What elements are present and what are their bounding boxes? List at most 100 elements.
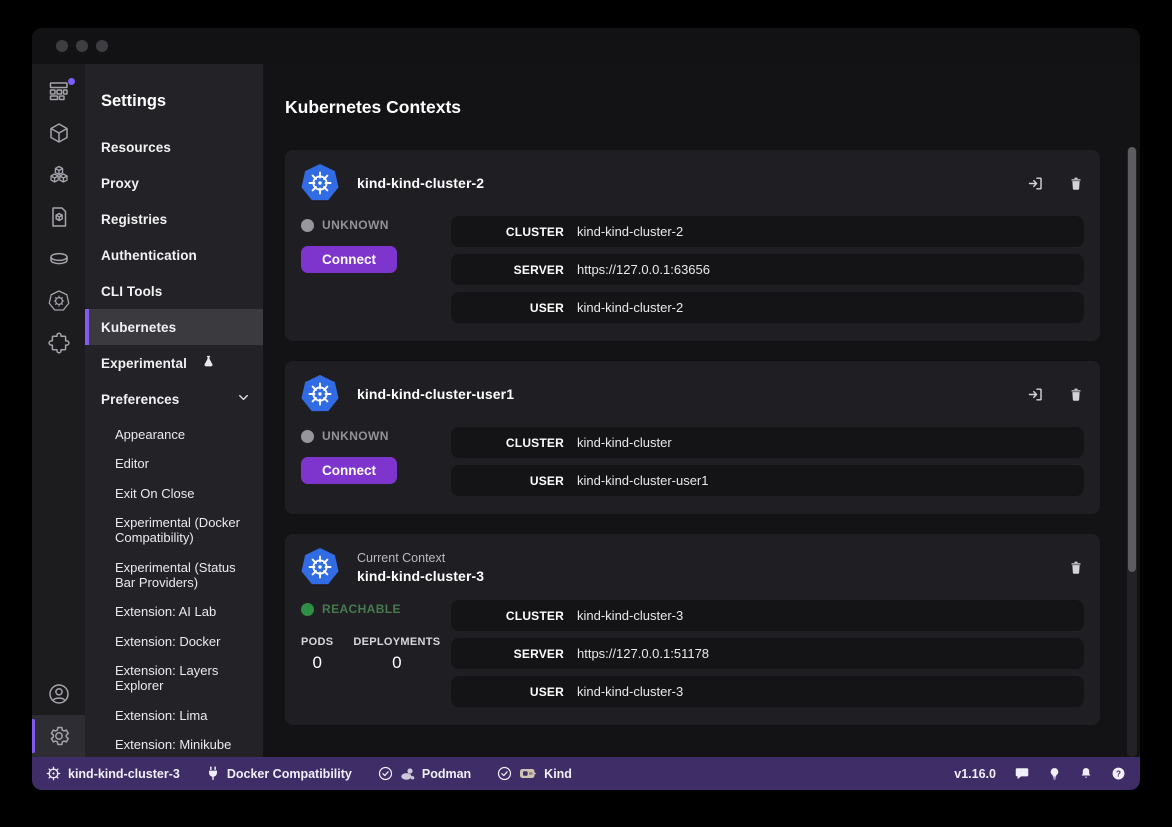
sidebar-item-resources[interactable]: Resources — [85, 129, 263, 165]
rail-item-pods[interactable] — [32, 154, 85, 196]
chevron-down-icon — [236, 390, 251, 408]
rail-item-settings[interactable] — [32, 715, 85, 757]
context-row-user: USER kind-kind-cluster-3 — [451, 676, 1084, 707]
set-current-context-button[interactable] — [1027, 175, 1044, 192]
minimize-button[interactable] — [76, 40, 88, 52]
sidebar-subitem-ext-layers-explorer[interactable]: Extension: Layers Explorer — [115, 663, 255, 694]
current-context-label: Current Context — [357, 551, 484, 565]
puzzle-icon — [47, 331, 71, 355]
app-window: Settings Resources Proxy Registries Auth… — [32, 28, 1140, 790]
status-dot — [301, 430, 314, 443]
help-icon[interactable]: ? — [1111, 766, 1126, 781]
context-row-user: USER kind-kind-cluster-user1 — [451, 465, 1084, 496]
app-version: v1.16.0 — [954, 767, 996, 781]
sidebar-item-kubernetes[interactable]: Kubernetes — [85, 309, 263, 345]
check-circle-icon — [378, 766, 393, 781]
rail-item-dashboard[interactable] — [32, 70, 85, 112]
pods-counter: PODS 0 — [301, 636, 333, 673]
trash-icon — [1068, 175, 1084, 192]
delete-context-button[interactable] — [1068, 386, 1084, 403]
settings-title: Settings — [85, 80, 263, 129]
rail-spacer — [32, 364, 85, 673]
sidebar-subitem-ext-lima[interactable]: Extension: Lima — [115, 708, 255, 723]
set-current-context-button[interactable] — [1027, 386, 1044, 403]
context-name: kind-kind-cluster-2 — [357, 175, 484, 191]
sidebar-item-cli-tools[interactable]: CLI Tools — [85, 273, 263, 309]
context-card-current: Current Context kind-kind-cluster-3 — [285, 534, 1100, 725]
pods-cubes-icon — [47, 163, 71, 187]
container-cube-icon — [47, 121, 71, 145]
statusbar-docker-compatibility[interactable]: Docker Compatibility — [206, 766, 352, 781]
delete-context-button[interactable] — [1068, 175, 1084, 192]
sign-in-icon — [1027, 386, 1044, 403]
kubernetes-wheel-icon — [47, 289, 71, 313]
app-nav-rail — [32, 64, 85, 757]
kubernetes-logo — [301, 548, 339, 586]
trash-icon — [1068, 559, 1084, 576]
rail-item-images[interactable] — [32, 196, 85, 238]
status-dot — [301, 603, 314, 616]
kind-logo-icon — [519, 767, 537, 780]
feedback-bubble-icon[interactable] — [1014, 766, 1030, 781]
scrollbar-thumb[interactable] — [1128, 147, 1136, 572]
rail-item-volumes[interactable] — [32, 238, 85, 280]
context-card: kind-kind-cluster-2 — [285, 150, 1100, 341]
sidebar-item-preferences[interactable]: Preferences — [85, 381, 263, 417]
lightbulb-icon[interactable] — [1048, 766, 1061, 781]
context-row-user: USER kind-kind-cluster-2 — [451, 292, 1084, 323]
sidebar-subitem-ext-ai-lab[interactable]: Extension: AI Lab — [115, 604, 255, 619]
status-label: UNKNOWN — [322, 429, 389, 443]
settings-sidebar: Settings Resources Proxy Registries Auth… — [85, 64, 263, 757]
gear-icon — [47, 724, 71, 748]
deployments-counter: DEPLOYMENTS 0 — [353, 636, 440, 673]
context-name: kind-kind-cluster-user1 — [357, 386, 514, 402]
rail-item-containers[interactable] — [32, 112, 85, 154]
sidebar-subitem-ext-docker[interactable]: Extension: Docker — [115, 634, 255, 649]
sidebar-item-proxy[interactable]: Proxy — [85, 165, 263, 201]
zoom-button[interactable] — [96, 40, 108, 52]
preferences-sub-list: Appearance Editor Exit On Close Experime… — [85, 417, 263, 752]
sidebar-subitem-ext-minikube[interactable]: Extension: Minikube — [115, 737, 255, 752]
kubernetes-logo — [301, 164, 339, 202]
rail-item-account[interactable] — [32, 673, 85, 715]
close-button[interactable] — [56, 40, 68, 52]
check-circle-icon — [497, 766, 512, 781]
volume-disk-icon — [47, 247, 71, 271]
page-title: Kubernetes Contexts — [285, 97, 1140, 118]
sidebar-subitem-editor[interactable]: Editor — [115, 456, 255, 471]
statusbar-podman[interactable]: Podman — [378, 766, 471, 781]
sidebar-subitem-experimental-statusbar[interactable]: Experimental (Status Bar Providers) — [115, 560, 255, 591]
notification-dot — [68, 78, 75, 85]
sidebar-subitem-experimental-docker[interactable]: Experimental (Docker Compatibility) — [115, 515, 255, 546]
sidebar-item-experimental[interactable]: Experimental — [85, 345, 263, 381]
sidebar-subitem-exit-on-close[interactable]: Exit On Close — [115, 486, 255, 501]
bell-icon[interactable] — [1079, 766, 1093, 781]
title-bar — [32, 28, 1140, 64]
podman-seal-icon — [400, 767, 415, 781]
context-name: kind-kind-cluster-3 — [357, 568, 484, 584]
scrollbar-track[interactable] — [1127, 147, 1137, 757]
svg-text:?: ? — [1116, 769, 1121, 778]
status-bar: kind-kind-cluster-3 Docker Compatibility… — [32, 757, 1140, 790]
rail-item-extensions[interactable] — [32, 322, 85, 364]
kubernetes-wheel-icon — [46, 766, 61, 781]
account-icon — [47, 682, 71, 706]
connect-button[interactable]: Connect — [301, 246, 397, 273]
statusbar-kind[interactable]: Kind — [497, 766, 572, 781]
context-row-server: SERVER https://127.0.0.1:51178 — [451, 638, 1084, 669]
status-label: UNKNOWN — [322, 218, 389, 232]
connect-button[interactable]: Connect — [301, 457, 397, 484]
flask-icon — [201, 354, 216, 372]
rail-item-kubernetes[interactable] — [32, 280, 85, 322]
sidebar-item-authentication[interactable]: Authentication — [85, 237, 263, 273]
statusbar-kube-context[interactable]: kind-kind-cluster-3 — [46, 766, 180, 781]
image-file-icon — [47, 205, 71, 229]
sidebar-subitem-appearance[interactable]: Appearance — [115, 427, 255, 442]
sidebar-item-registries[interactable]: Registries — [85, 201, 263, 237]
context-row-cluster: CLUSTER kind-kind-cluster — [451, 427, 1084, 458]
sign-in-icon — [1027, 175, 1044, 192]
context-row-server: SERVER https://127.0.0.1:63656 — [451, 254, 1084, 285]
delete-context-button[interactable] — [1068, 559, 1084, 576]
kubernetes-logo — [301, 375, 339, 413]
status-label: REACHABLE — [322, 602, 401, 616]
